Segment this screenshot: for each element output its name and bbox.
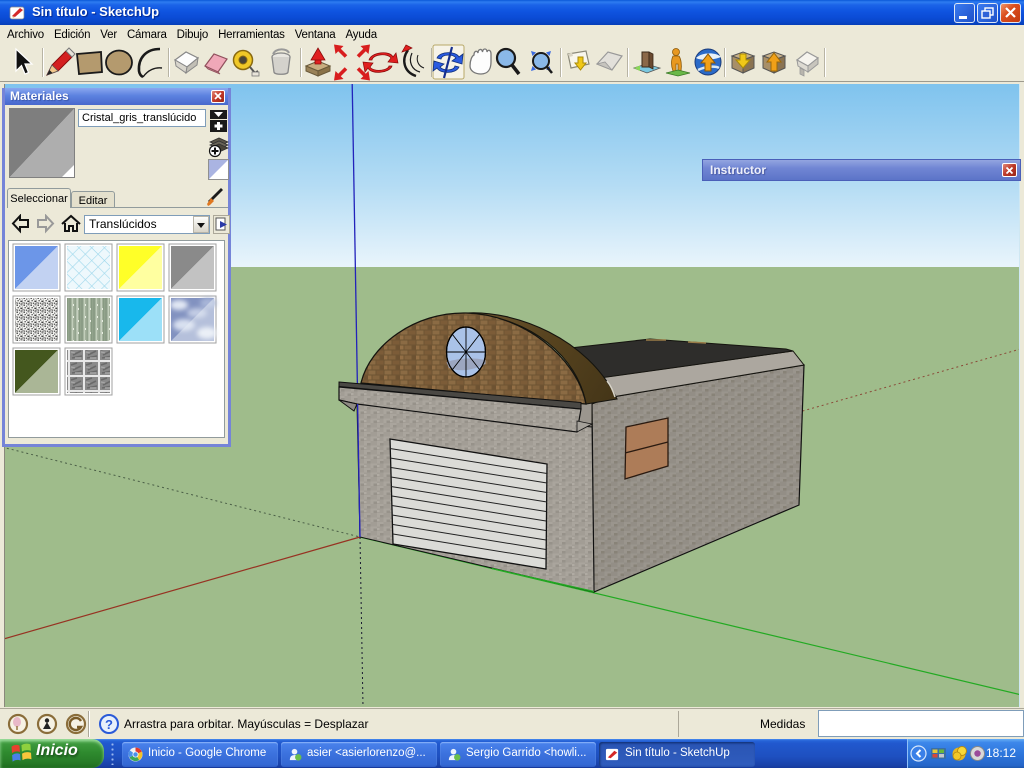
svg-text:?: ?	[105, 717, 113, 732]
